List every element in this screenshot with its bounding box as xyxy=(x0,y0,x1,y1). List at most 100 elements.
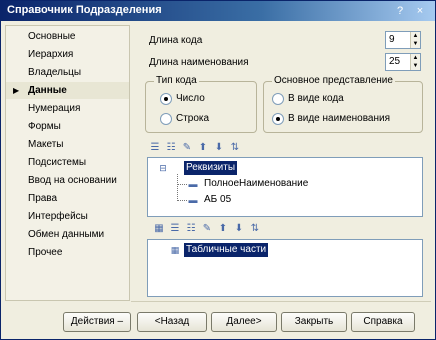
sidebar-item-label: Данные xyxy=(28,85,67,96)
tree-node-ab05[interactable]: АБ 05 xyxy=(204,193,231,207)
sidebar-item-interfaces[interactable]: Интерфейсы xyxy=(6,208,129,225)
radio-label: Строка xyxy=(176,113,210,124)
main-view-group: Основное представление В виде кода В вид… xyxy=(263,75,423,133)
footer-divider xyxy=(131,301,431,302)
sidebar-item-label: Интерфейсы xyxy=(28,211,88,222)
tabular-toolbar: ▦ ☰ ☷ ✎ ⬆ ⬇ ⇅ xyxy=(153,223,283,237)
add-icon[interactable]: ☰ xyxy=(149,142,161,154)
sidebar-item-owners[interactable]: Владельцы xyxy=(6,64,129,81)
radio-dot-icon xyxy=(272,113,284,125)
close-icon[interactable]: × xyxy=(413,4,427,18)
radio-label: Число xyxy=(176,93,205,104)
code-length-value: 9 xyxy=(389,34,395,45)
arrow-up-icon[interactable]: ▲ xyxy=(411,32,420,40)
tree-connector xyxy=(177,174,178,201)
radio-dot-icon xyxy=(160,93,172,105)
move-up-icon[interactable]: ⬆ xyxy=(217,223,229,235)
arrow-down-icon[interactable]: ▼ xyxy=(411,40,420,48)
sidebar-item-label: Прочее xyxy=(28,247,63,258)
sidebar-item-label: Права xyxy=(28,193,58,204)
sidebar-item-data[interactable]: ▶ Данные xyxy=(6,82,129,99)
main-view-title: Основное представление xyxy=(272,75,395,86)
radio-code-view[interactable]: В виде кода xyxy=(272,92,344,106)
sidebar-item-label: Формы xyxy=(28,121,61,132)
radio-dot-icon xyxy=(272,93,284,105)
add-icon[interactable]: ☰ xyxy=(169,223,181,235)
name-length-stepper[interactable]: 25 ▲ ▼ xyxy=(385,53,421,71)
sidebar-item-label: Ввод на основании xyxy=(28,175,117,186)
sidebar-item-other[interactable]: Прочее xyxy=(6,244,129,261)
add-table-icon[interactable]: ▦ xyxy=(153,223,165,235)
move-down-icon[interactable]: ⬇ xyxy=(233,223,245,235)
radio-label: В виде наименования xyxy=(288,113,390,124)
radio-name-view[interactable]: В виде наименования xyxy=(272,112,390,126)
tree-node-fullname[interactable]: ПолноеНаименование xyxy=(204,177,308,191)
radio-number[interactable]: Число xyxy=(160,92,205,106)
radio-string[interactable]: Строка xyxy=(160,112,209,126)
button-label: Справка xyxy=(363,316,403,327)
chevron-right-icon: – xyxy=(117,316,124,327)
sidebar-nav: Основные Иерархия Владельцы ▶ Данные Нуме… xyxy=(5,25,130,301)
code-length-label: Длина кода xyxy=(149,35,203,46)
title-bar[interactable]: Справочник Подразделения ? × xyxy=(1,1,435,21)
sidebar-item-subsystems[interactable]: Подсистемы xyxy=(6,154,129,171)
tree-node-tabular-parts[interactable]: Табличные части xyxy=(184,243,269,257)
stepper-buttons: ▲ ▼ xyxy=(410,54,420,70)
arrow-up-icon[interactable]: ▲ xyxy=(411,54,420,62)
copy-icon[interactable]: ☷ xyxy=(185,223,197,235)
move-down-icon[interactable]: ⬇ xyxy=(213,142,225,154)
move-up-icon[interactable]: ⬆ xyxy=(197,142,209,154)
sidebar-item-forms[interactable]: Формы xyxy=(6,118,129,135)
actions-button[interactable]: Действия – xyxy=(63,312,131,332)
button-label: Закрыть xyxy=(294,316,334,327)
back-button[interactable]: <Назад xyxy=(137,312,207,332)
triangle-right-icon: ▶ xyxy=(13,86,20,95)
button-label: Действия xyxy=(70,316,115,327)
tree-connector xyxy=(177,184,187,185)
help-icon[interactable]: ? xyxy=(393,4,407,18)
button-label: Далее> xyxy=(226,316,262,327)
sidebar-item-hierarchy[interactable]: Иерархия xyxy=(6,46,129,63)
arrow-down-icon[interactable]: ▼ xyxy=(411,62,420,70)
window-title: Справочник Подразделения xyxy=(7,4,162,16)
dialog-window: Справочник Подразделения ? × Основные Ие… xyxy=(0,0,436,340)
edit-icon[interactable]: ✎ xyxy=(181,142,193,154)
sidebar-item-basic[interactable]: Основные xyxy=(6,28,129,45)
button-label: <Назад xyxy=(154,316,190,327)
attribute-icon: ▬ xyxy=(188,179,198,189)
requisites-toolbar: ☰ ☷ ✎ ⬆ ⬇ ⇅ xyxy=(149,142,279,156)
sidebar-item-numbering[interactable]: Нумерация xyxy=(6,100,129,117)
requisites-tree[interactable]: ⊟ Реквизиты ▬ ПолноеНаименование ▬ АБ 05 xyxy=(147,157,423,217)
sidebar-item-label: Основные xyxy=(28,31,76,42)
radio-label: В виде кода xyxy=(288,93,344,104)
stepper-buttons: ▲ ▼ xyxy=(410,32,420,48)
sidebar-item-label: Подсистемы xyxy=(28,157,87,168)
table-icon: ▦ xyxy=(170,245,180,255)
tabular-parts-tree[interactable]: ▦ Табличные части xyxy=(147,239,423,297)
sidebar-item-label: Обмен данными xyxy=(28,229,105,240)
sidebar-item-data-exchange[interactable]: Обмен данными xyxy=(6,226,129,243)
add-child-icon[interactable]: ☷ xyxy=(165,142,177,154)
sidebar-item-label: Нумерация xyxy=(28,103,81,114)
close-button[interactable]: Закрыть xyxy=(281,312,347,332)
code-type-title: Тип кода xyxy=(154,75,199,86)
sidebar-item-templates[interactable]: Макеты xyxy=(6,136,129,153)
radio-dot-icon xyxy=(160,113,172,125)
tree-node-requisites[interactable]: Реквизиты xyxy=(184,161,238,175)
sidebar-item-label: Макеты xyxy=(28,139,64,150)
sidebar-item-label: Владельцы xyxy=(28,67,82,78)
name-length-value: 25 xyxy=(389,56,401,67)
next-button[interactable]: Далее> xyxy=(211,312,277,332)
sidebar-item-label: Иерархия xyxy=(28,49,74,60)
code-type-group: Тип кода Число Строка xyxy=(145,75,257,133)
name-length-label: Длина наименования xyxy=(149,57,249,68)
edit-icon[interactable]: ✎ xyxy=(201,223,213,235)
sidebar-item-input-based[interactable]: Ввод на основании xyxy=(6,172,129,189)
help-button[interactable]: Справка xyxy=(351,312,415,332)
sort-icon[interactable]: ⇅ xyxy=(249,223,261,235)
folder-icon: ⊟ xyxy=(159,163,167,173)
sidebar-item-rights[interactable]: Права xyxy=(6,190,129,207)
sort-icon[interactable]: ⇅ xyxy=(229,142,241,154)
tree-connector xyxy=(177,200,187,201)
code-length-stepper[interactable]: 9 ▲ ▼ xyxy=(385,31,421,49)
